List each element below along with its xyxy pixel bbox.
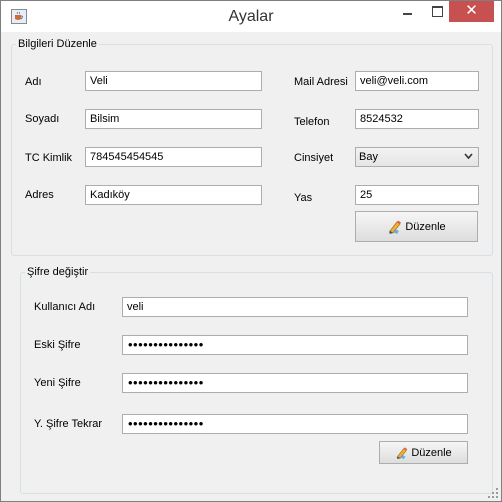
repeat-password-label: Y. Şifre Tekrar xyxy=(34,418,103,430)
gender-select[interactable]: Bay xyxy=(355,147,479,167)
repeat-password-field[interactable]: ••••••••••••••• xyxy=(122,414,468,434)
title-bar[interactable]: Ayalar ✕ xyxy=(1,1,501,32)
old-password-field[interactable]: ••••••••••••••• xyxy=(122,335,468,355)
maximize-icon xyxy=(432,6,443,17)
phone-field[interactable] xyxy=(355,109,479,129)
mail-field[interactable] xyxy=(355,71,479,91)
chevron-down-icon xyxy=(464,153,473,160)
maximize-button[interactable] xyxy=(424,1,451,22)
name-label: Adı xyxy=(25,76,42,88)
old-password-label: Eski Şifre xyxy=(34,339,81,351)
age-label: Yas xyxy=(294,192,313,204)
address-label: Adres xyxy=(25,189,54,201)
address-field[interactable] xyxy=(85,185,262,205)
new-password-field[interactable]: ••••••••••••••• xyxy=(122,373,468,393)
surname-label: Soyadı xyxy=(25,113,60,125)
minimize-icon xyxy=(403,13,412,15)
username-field[interactable] xyxy=(122,297,468,317)
mail-label: Mail Adresi xyxy=(294,76,348,88)
window-content: Bilgileri Düzenle Adı Soyadı TC Kimlik A… xyxy=(1,32,501,501)
close-button[interactable]: ✕ xyxy=(449,1,494,22)
tc-label: TC Kimlik xyxy=(25,152,73,164)
age-field[interactable] xyxy=(355,185,479,205)
pencil-eraser-icon xyxy=(389,220,402,234)
username-label: Kullanıcı Adı xyxy=(34,301,96,313)
password-edit-button[interactable]: Düzenle xyxy=(379,441,468,464)
phone-label: Telefon xyxy=(294,116,330,128)
name-field[interactable] xyxy=(85,71,262,91)
password-edit-label: Düzenle xyxy=(411,446,452,459)
surname-field[interactable] xyxy=(85,109,262,129)
pencil-eraser-icon xyxy=(397,446,408,459)
resize-grip-icon[interactable] xyxy=(487,487,499,499)
profile-edit-label: Düzenle xyxy=(405,220,446,233)
close-icon: ✕ xyxy=(465,2,478,19)
new-password-label: Yeni Şifre xyxy=(34,377,81,389)
tc-field[interactable] xyxy=(85,147,262,167)
profile-panel-title: Bilgileri Düzenle xyxy=(18,38,97,50)
gender-label: Cinsiyet xyxy=(294,152,334,164)
settings-window: Ayalar ✕ Bilgileri Düzenle Adı Soyadı TC… xyxy=(0,0,502,502)
profile-edit-button[interactable]: Düzenle xyxy=(355,211,478,242)
password-panel-title: Şifre değiştir xyxy=(27,266,89,278)
gender-selected-value: Bay xyxy=(359,151,378,163)
minimize-button[interactable] xyxy=(394,1,421,22)
